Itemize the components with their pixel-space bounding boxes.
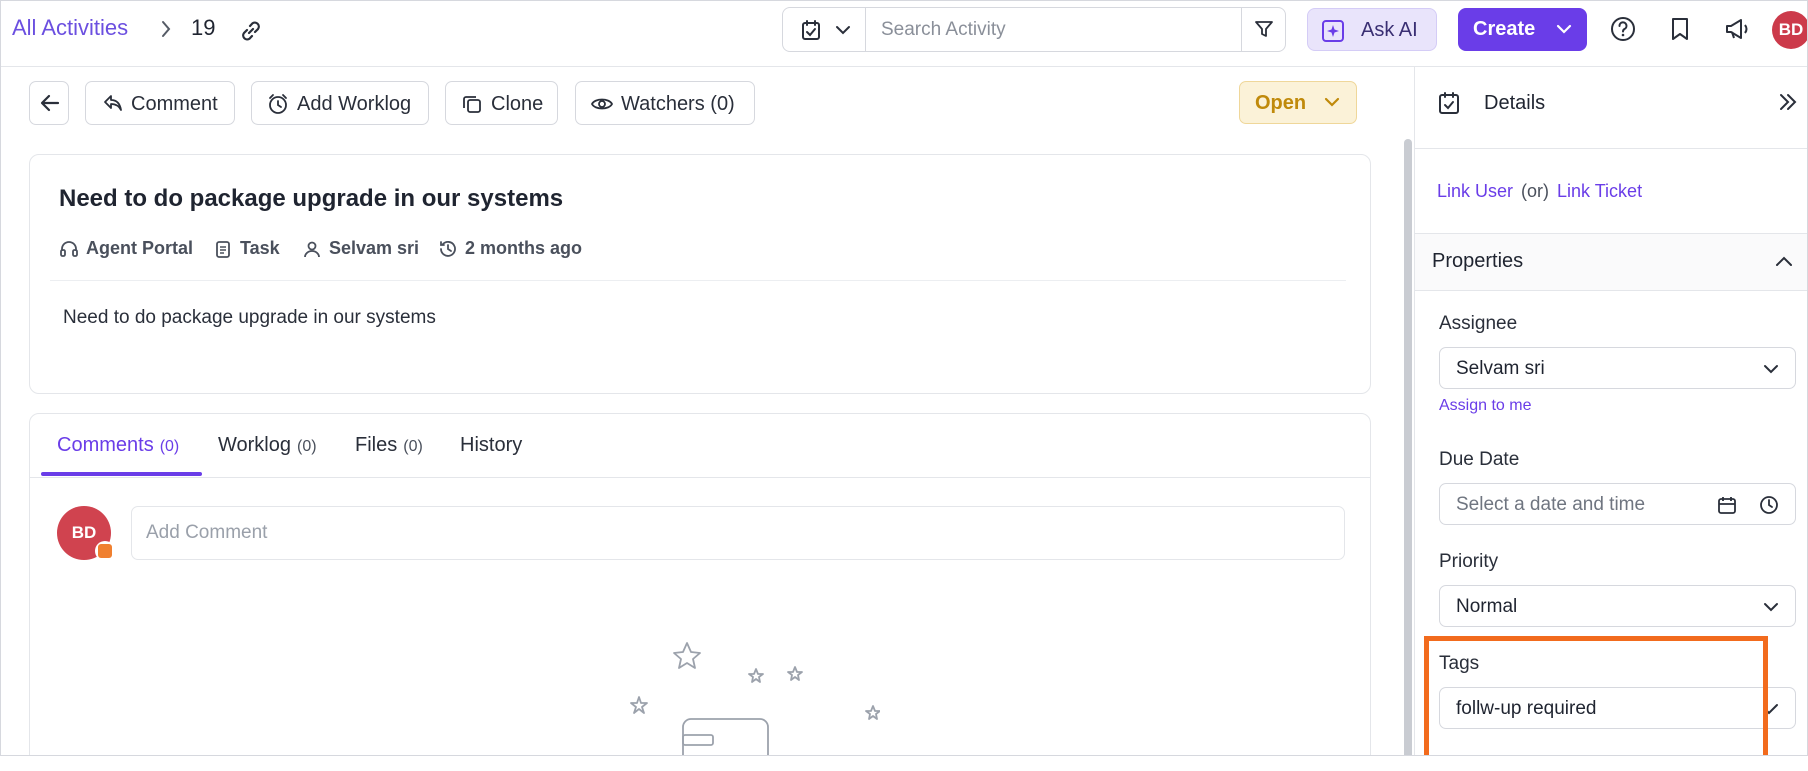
meta-owner-label: Selvam sri — [329, 238, 420, 258]
sparkle-icon — [1322, 20, 1344, 42]
clipboard-icon — [216, 241, 230, 258]
assignee-value: Selvam sri — [1456, 358, 1545, 379]
chevron-down-icon — [1764, 365, 1778, 374]
add-worklog-label: Add Worklog — [297, 93, 412, 115]
headset-icon — [60, 241, 78, 257]
create-label: Create — [1473, 18, 1536, 40]
link-user-link[interactable]: Link User — [1437, 181, 1513, 201]
add-worklog-button[interactable]: Add Worklog — [251, 81, 429, 125]
tab-comments-label: Comments — [57, 434, 154, 456]
priority-label: Priority — [1439, 551, 1499, 572]
empty-state-illustration — [630, 642, 880, 755]
app-window: All Activities 19 Ask AI Create BD — [0, 0, 1808, 756]
scrollbar[interactable] — [1404, 139, 1412, 755]
or-text: (or) — [1521, 181, 1550, 201]
due-date-picker[interactable]: Select a date and time — [1439, 483, 1796, 525]
filter-button[interactable] — [1241, 8, 1285, 51]
comment-button[interactable]: Comment — [85, 81, 235, 125]
activity-tabs-card: Comments (0) Worklog (0) Files (0) History … — [29, 413, 1371, 755]
ask-ai-label: Ask AI — [1361, 19, 1418, 41]
clone-label: Clone — [491, 93, 544, 115]
add-comment-input[interactable] — [131, 506, 1345, 560]
priority-select[interactable]: Normal — [1439, 585, 1796, 627]
meta-source-label: Agent Portal — [86, 238, 194, 258]
properties-title: Properties — [1432, 250, 1524, 272]
breadcrumb-all-activities[interactable]: All Activities — [12, 15, 128, 41]
calendar-icon[interactable] — [1717, 495, 1737, 515]
announcement-icon[interactable] — [1723, 15, 1751, 43]
ticket-description: Need to do package upgrade in our system… — [63, 307, 436, 328]
chevron-down-icon — [1324, 97, 1340, 107]
link-ticket-link[interactable]: Link Ticket — [1557, 181, 1642, 201]
task-icon — [802, 20, 820, 40]
tab-comments-count: (0) — [159, 438, 180, 455]
details-title: Details — [1484, 92, 1546, 114]
link-icon[interactable] — [237, 17, 265, 45]
status-dropdown[interactable]: Open — [1239, 81, 1357, 124]
chevron-right-icon — [162, 21, 171, 37]
filter-icon — [1255, 21, 1273, 37]
chevron-down-icon — [1556, 24, 1572, 34]
tab-history[interactable]: History — [460, 434, 522, 457]
back-button[interactable] — [29, 81, 69, 125]
history-icon — [440, 241, 456, 257]
watchers-label: Watchers (0) — [621, 93, 735, 115]
search-type-dropdown[interactable] — [783, 8, 866, 51]
tab-comments[interactable]: Comments (0) — [57, 434, 179, 457]
chevron-down-icon — [1764, 603, 1778, 612]
tab-worklog[interactable]: Worklog (0) — [218, 434, 317, 457]
assignee-select[interactable]: Selvam sri — [1439, 347, 1796, 389]
clone-button[interactable]: Clone — [445, 81, 558, 125]
tags-highlight-box — [1424, 636, 1768, 755]
details-header: Details — [1415, 67, 1807, 149]
collapse-panel-icon[interactable] — [1777, 91, 1799, 113]
link-row: Link User (or) Link Ticket — [1437, 181, 1642, 202]
chevron-down-icon — [836, 26, 850, 35]
divider — [30, 477, 1370, 478]
avatar-badge — [95, 541, 115, 561]
tab-history-label: History — [460, 434, 523, 456]
breadcrumb-activity-id: 19 — [191, 15, 216, 40]
properties-section-header[interactable]: Properties — [1415, 233, 1807, 291]
search-input[interactable] — [881, 17, 1181, 43]
active-tab-indicator — [41, 472, 202, 476]
priority-value: Normal — [1456, 596, 1518, 617]
tab-files-count: (0) — [403, 438, 423, 455]
ask-ai-button[interactable]: Ask AI — [1307, 8, 1437, 51]
bookmark-icon[interactable] — [1666, 15, 1694, 43]
reply-icon — [104, 95, 122, 111]
eye-icon — [591, 98, 613, 110]
meta-type-label: Task — [240, 238, 280, 258]
tab-worklog-label: Worklog — [218, 434, 291, 456]
comment-label: Comment — [131, 93, 218, 115]
due-date-placeholder: Select a date and time — [1456, 494, 1646, 515]
chevron-up-icon — [1776, 256, 1792, 266]
user-avatar[interactable]: BD — [1772, 11, 1807, 49]
user-icon — [304, 241, 320, 258]
meta-created-label: 2 months ago — [465, 238, 583, 258]
ticket-card: Need to do package upgrade in our system… — [29, 154, 1371, 394]
due-date-label: Due Date — [1439, 449, 1520, 470]
divider — [50, 280, 1346, 281]
watchers-button[interactable]: Watchers (0) — [575, 81, 755, 125]
tab-files[interactable]: Files (0) — [355, 434, 423, 457]
alarm-clock-icon — [269, 94, 287, 114]
task-icon — [1439, 92, 1459, 114]
assign-to-me-link[interactable]: Assign to me — [1439, 397, 1531, 415]
search-bar — [782, 7, 1286, 52]
tab-worklog-count: (0) — [297, 438, 317, 455]
assignee-label: Assignee — [1439, 313, 1518, 334]
copy-icon — [463, 96, 481, 113]
ticket-title: Need to do package upgrade in our system… — [59, 185, 564, 212]
status-label: Open — [1255, 92, 1307, 114]
arrow-left-icon — [40, 94, 60, 112]
tab-files-label: Files — [355, 434, 398, 456]
clock-icon[interactable] — [1759, 495, 1779, 515]
help-icon[interactable] — [1609, 15, 1637, 43]
create-button[interactable]: Create — [1458, 8, 1587, 51]
top-bar: All Activities 19 Ask AI Create BD — [1, 1, 1807, 67]
